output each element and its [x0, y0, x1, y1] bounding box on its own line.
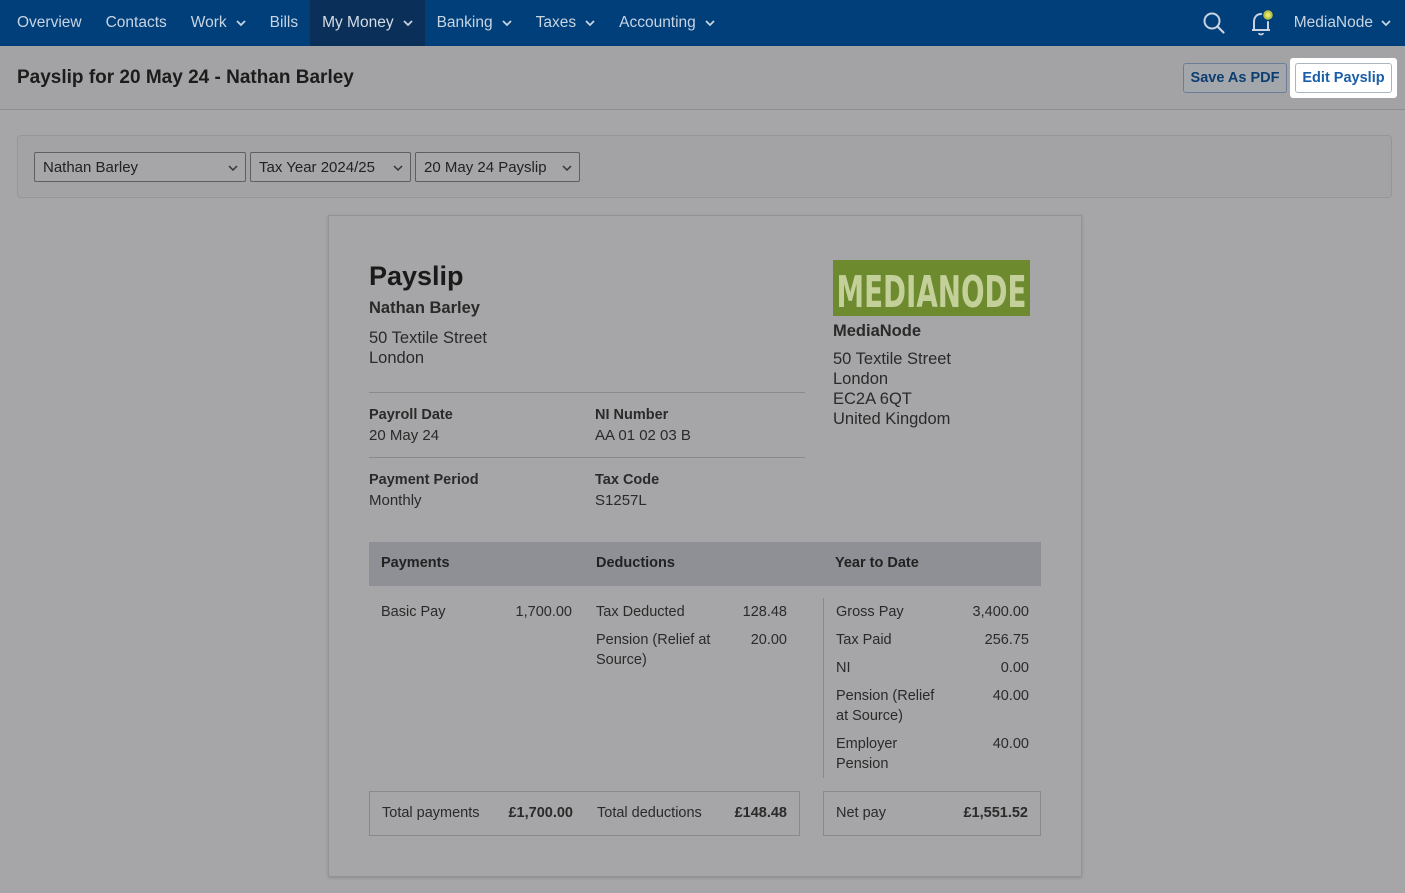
nav-label: Work	[190, 14, 227, 31]
address-line: United Kingdom	[833, 410, 951, 428]
employee-select[interactable]: Nathan Barley	[34, 152, 246, 182]
ytd-value: 40.00	[992, 736, 1029, 752]
page-title: Payslip for 20 May 24 - Nathan Barley	[17, 67, 354, 88]
bell-icon	[1251, 8, 1274, 36]
chevron-down-icon	[501, 20, 512, 27]
ni-number-value: AA 01 02 03 B	[595, 427, 691, 444]
ytd-value: 0.00	[1000, 660, 1029, 676]
total-deductions-value: £148.48	[734, 805, 787, 821]
nav-contacts[interactable]: Contacts	[94, 0, 179, 46]
chevron-down-icon	[562, 165, 572, 172]
nav-label: Banking	[436, 14, 493, 31]
nav-label: Taxes	[535, 14, 577, 31]
nav-label: Overview	[17, 14, 82, 31]
user-name: MediaNode	[1293, 14, 1373, 31]
ytd-label: NI	[836, 660, 851, 676]
payments-column-header: Payments	[381, 555, 450, 571]
net-pay-total: Net pay £1,551.52	[823, 791, 1041, 836]
deductions-column-header: Deductions	[596, 555, 675, 571]
nav-taxes[interactable]: Taxes	[524, 0, 608, 46]
ytd-value: 256.75	[984, 632, 1029, 648]
payment-period-label: Payment Period	[369, 472, 479, 488]
edit-payslip-button[interactable]: Edit Payslip	[1295, 63, 1392, 93]
nav-my-money[interactable]: My Money	[310, 0, 425, 46]
payslip-select[interactable]: 20 May 24 Payslip	[415, 152, 580, 182]
payment-value: 1,700.00	[515, 604, 572, 620]
chevron-down-icon	[402, 20, 413, 27]
nav-label: My Money	[322, 14, 394, 31]
company-logo: MEDIANODE	[833, 260, 1030, 316]
ytd-column-header: Year to Date	[835, 555, 919, 571]
nav-work[interactable]: Work	[179, 0, 258, 46]
payslip-table-header: Payments Deductions Year to Date	[369, 542, 1041, 586]
divider	[369, 457, 805, 458]
employee-select-value: Nathan Barley	[43, 158, 139, 176]
deduction-value: 20.00	[750, 632, 787, 648]
payment-period-value: Monthly	[369, 492, 422, 509]
nav-bills[interactable]: Bills	[258, 0, 310, 46]
company-name: MediaNode	[833, 322, 922, 340]
chevron-down-icon	[705, 20, 715, 27]
deduction-label: Tax Deducted	[596, 604, 685, 620]
address-line: London	[369, 349, 425, 367]
company-address: 50 Textile Street London EC2A 6QT United…	[833, 349, 951, 429]
search-icon	[1203, 12, 1225, 34]
address-line: 50 Textile Street	[833, 350, 952, 368]
nav-accounting[interactable]: Accounting	[607, 0, 727, 46]
address-line: 50 Textile Street	[369, 329, 488, 347]
nav-overview[interactable]: Overview	[0, 0, 94, 46]
total-payments-label: Total payments	[382, 805, 480, 821]
save-as-pdf-button[interactable]: Save As PDF	[1183, 63, 1287, 93]
chevron-down-icon	[236, 20, 246, 27]
filter-bar: Nathan Barley Tax Year 2024/25 20 May 24…	[17, 135, 1392, 198]
payslip-select-value: 20 May 24 Payslip	[424, 158, 547, 176]
employee-address: 50 Textile Street London	[369, 328, 487, 368]
ytd-label: Tax Paid	[836, 632, 892, 648]
svg-text:MEDIANODE: MEDIANODE	[837, 267, 1027, 316]
tax-year-select[interactable]: Tax Year 2024/25	[250, 152, 411, 182]
address-line: London	[833, 370, 889, 388]
ni-number-label: NI Number	[595, 407, 669, 423]
nav-label: Accounting	[619, 14, 696, 31]
nav-label: Bills	[269, 14, 299, 31]
chevron-down-icon	[585, 20, 595, 27]
deduction-label: Pension (Relief at Source)	[596, 632, 711, 668]
notifications-button[interactable]	[1238, 0, 1286, 46]
ytd-value: 40.00	[992, 688, 1029, 704]
total-deductions-label: Total deductions	[597, 805, 702, 821]
tax-code-value: S1257L	[595, 492, 647, 509]
payslip-heading: Payslip	[369, 261, 464, 291]
net-pay-label: Net pay	[836, 805, 886, 821]
top-nav: Overview Contacts Work Bills My Money Ba…	[0, 0, 1405, 46]
payments-deductions-totals: Total payments £1,700.00 Total deduction…	[369, 791, 800, 836]
address-line: EC2A 6QT	[833, 390, 912, 408]
payroll-date-label: Payroll Date	[369, 407, 453, 423]
tax-year-select-value: Tax Year 2024/25	[259, 158, 375, 176]
page-header: Payslip for 20 May 24 - Nathan Barley Sa…	[0, 46, 1405, 110]
column-divider	[823, 598, 824, 778]
search-button[interactable]	[1190, 0, 1238, 46]
chevron-down-icon	[1381, 20, 1391, 27]
nav-label: Contacts	[105, 14, 167, 31]
ytd-label: Employer Pension	[836, 736, 898, 772]
ytd-label: Gross Pay	[836, 604, 904, 620]
nav-banking[interactable]: Banking	[425, 0, 524, 46]
deduction-value: 128.48	[742, 604, 787, 620]
divider	[369, 392, 805, 393]
ytd-value: 3,400.00	[972, 604, 1029, 620]
total-payments-value: £1,700.00	[508, 805, 573, 821]
medianode-logo: MEDIANODE	[837, 267, 1027, 316]
chevron-down-icon	[228, 165, 238, 172]
nav-right: MediaNode	[1190, 0, 1405, 46]
payment-label: Basic Pay	[381, 604, 446, 620]
net-pay-value: £1,551.52	[963, 805, 1028, 821]
tax-code-label: Tax Code	[595, 472, 660, 488]
user-menu[interactable]: MediaNode	[1286, 14, 1405, 32]
employee-name: Nathan Barley	[369, 299, 480, 317]
payslip-card: Payslip Nathan Barley 50 Textile Street …	[328, 215, 1082, 877]
payroll-date-value: 20 May 24	[369, 427, 440, 444]
chevron-down-icon	[393, 165, 403, 172]
